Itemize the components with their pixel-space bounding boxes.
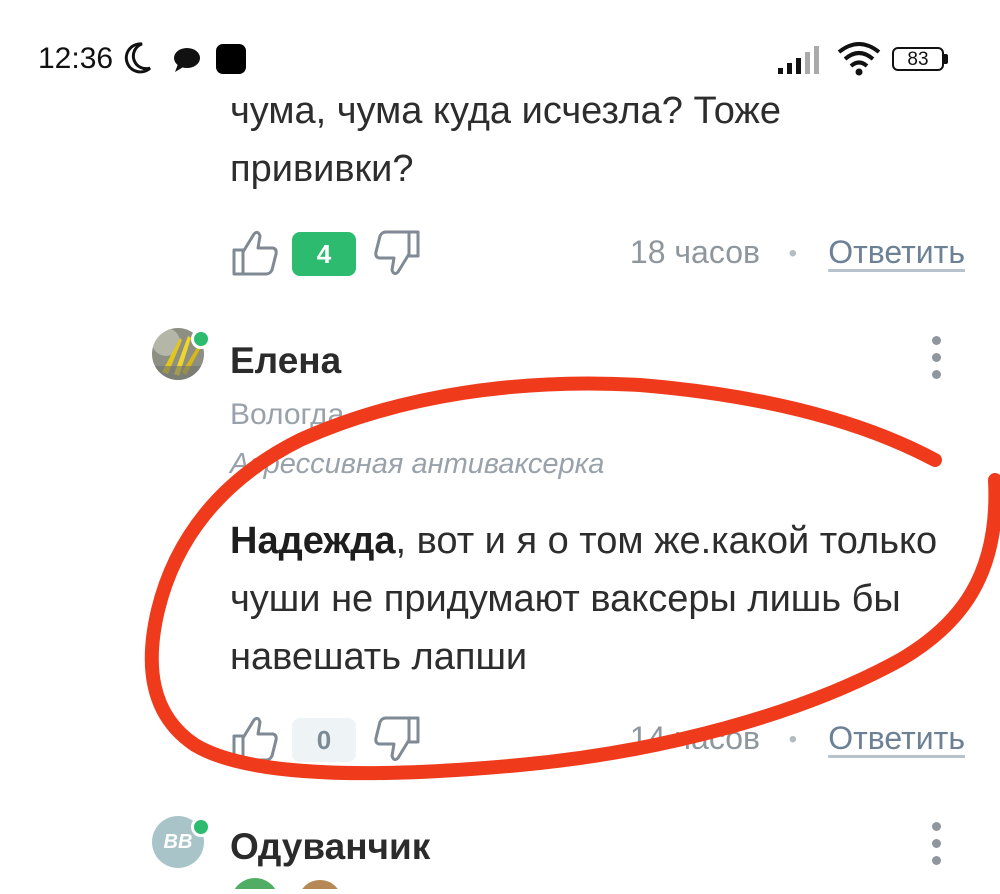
chat-bubble-icon: [174, 48, 200, 72]
comment-time: 18 часов: [629, 234, 760, 270]
wifi-icon: [837, 42, 881, 76]
notification-square-icon: [216, 44, 246, 74]
comment-text: Надежда, вот и я о том же.какой только ч…: [230, 512, 950, 686]
author-name[interactable]: Одуванчик: [230, 826, 430, 868]
separator-dot: •: [788, 240, 797, 267]
more-options-icon[interactable]: [932, 336, 942, 387]
thumbs-down-icon[interactable]: [372, 714, 422, 764]
likes-count: 0: [292, 718, 356, 762]
author-location: Вологда: [230, 398, 345, 431]
thumbs-up-icon[interactable]: [230, 228, 280, 278]
battery-percent: 83: [907, 49, 929, 70]
online-indicator: [191, 329, 211, 349]
online-indicator: [191, 817, 211, 837]
reaction-avatars: [230, 876, 341, 894]
separator-dot: •: [788, 726, 797, 753]
battery-icon: 83: [892, 47, 950, 73]
clock: 12:36: [38, 42, 114, 75]
status-bar: 12:36 83: [0, 0, 1000, 80]
thumbs-down-icon[interactable]: [372, 228, 422, 278]
author-name[interactable]: Елена: [230, 340, 341, 382]
comment-time: 14 часов: [629, 720, 760, 756]
thumbs-up-icon[interactable]: [230, 714, 280, 764]
author-status: Агрессивная антиваксерка: [230, 448, 605, 480]
comment-actions: 0 14 часов • Ответить: [230, 714, 965, 764]
signal-icon: [778, 46, 819, 74]
previous-comment-text: чума, чума куда исчезла? Тоже прививки?: [230, 90, 781, 190]
moon-icon: [124, 42, 152, 74]
reply-link[interactable]: Ответить: [828, 720, 965, 757]
more-options-icon[interactable]: [932, 822, 942, 873]
reply-link[interactable]: Ответить: [828, 234, 965, 271]
mention[interactable]: Надежда: [230, 520, 396, 562]
previous-comment-actions: 4 18 часов • Ответить: [230, 228, 965, 278]
likes-count: 4: [292, 232, 356, 276]
